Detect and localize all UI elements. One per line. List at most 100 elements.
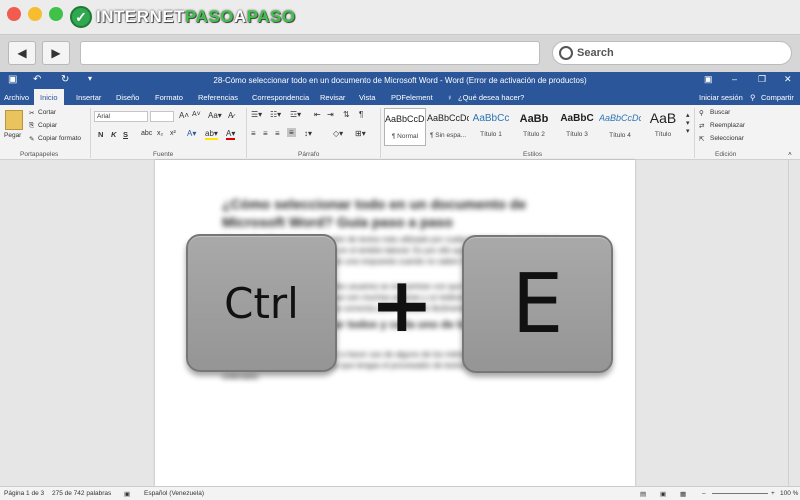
font-size-select[interactable] bbox=[150, 111, 174, 122]
tab-pdfelement[interactable]: PDFelement bbox=[391, 93, 433, 102]
ribbon-display-icon[interactable]: ▣ bbox=[704, 74, 713, 85]
align-right-icon[interactable]: ≡ bbox=[275, 129, 280, 138]
change-case-icon[interactable]: Aa▾ bbox=[208, 111, 222, 120]
paste-icon[interactable] bbox=[5, 110, 23, 130]
numbering-icon[interactable]: ☷▾ bbox=[270, 110, 281, 119]
tell-me-input[interactable]: ¿Qué desea hacer? bbox=[458, 93, 524, 102]
tab-inicio[interactable]: Inicio bbox=[34, 89, 64, 105]
superscript-icon[interactable]: x² bbox=[170, 130, 176, 137]
close-window-button[interactable] bbox=[7, 7, 21, 21]
text-effects-icon[interactable]: A▾ bbox=[187, 129, 196, 138]
decrease-indent-icon[interactable]: ⇤ bbox=[314, 110, 321, 119]
highlight-icon[interactable]: ab▾ bbox=[205, 129, 218, 140]
browser-window: ✓ INTERNETPASOAPASO ◀ ▶ Search bbox=[0, 0, 800, 72]
copy-icon: ⎘ bbox=[29, 122, 35, 129]
copy-button[interactable]: Copiar bbox=[38, 122, 57, 129]
share-icon: ⚲ bbox=[750, 93, 756, 102]
tab-formato[interactable]: Formato bbox=[155, 93, 183, 102]
sort-icon[interactable]: ⇅ bbox=[343, 110, 350, 119]
zoom-slider[interactable] bbox=[712, 493, 768, 494]
language-label[interactable]: Español (Venezuela) bbox=[144, 490, 204, 497]
editing-group-label: Edición bbox=[715, 151, 737, 158]
forward-button[interactable]: ▶ bbox=[42, 41, 70, 65]
search-input[interactable]: Search bbox=[552, 41, 792, 65]
bullets-icon[interactable]: ☰▾ bbox=[251, 110, 262, 119]
zoom-level[interactable]: 100 % bbox=[780, 490, 798, 497]
cut-icon: ✂ bbox=[29, 110, 35, 117]
maximize-window-button[interactable] bbox=[49, 7, 63, 21]
close-icon[interactable]: ✕ bbox=[784, 74, 792, 85]
restore-icon[interactable]: ❐ bbox=[758, 74, 766, 85]
shrink-font-icon[interactable]: A˅ bbox=[192, 111, 201, 118]
font-name-select[interactable]: Arial bbox=[94, 111, 148, 122]
tab-diseno[interactable]: Diseño bbox=[116, 93, 139, 102]
align-left-icon[interactable]: ≡ bbox=[251, 129, 256, 138]
word-count[interactable]: 275 de 742 palabras bbox=[52, 490, 111, 497]
share-button[interactable]: Compartir bbox=[761, 93, 794, 102]
style-heading-3[interactable]: AaBbC Título 3 bbox=[556, 108, 598, 146]
style-normal[interactable]: AaBbCcDc ¶ Normal bbox=[384, 108, 426, 146]
paste-button[interactable]: Pegar bbox=[4, 132, 21, 139]
style-heading-1[interactable]: AaBbCc Título 1 bbox=[470, 108, 512, 146]
style-heading-2[interactable]: AaBb Título 2 bbox=[513, 108, 555, 146]
format-painter-button[interactable]: Copiar formato bbox=[38, 135, 81, 142]
align-center-icon[interactable]: ≡ bbox=[263, 129, 268, 138]
site-logo: ✓ INTERNETPASOAPASO bbox=[70, 5, 296, 29]
italic-button[interactable]: K bbox=[111, 130, 116, 139]
grow-font-icon[interactable]: A˄ bbox=[179, 111, 189, 120]
select-button[interactable]: Seleccionar bbox=[710, 135, 744, 142]
styles-more-icon[interactable]: ▴ ▾ ▾ bbox=[686, 111, 690, 135]
print-layout-icon[interactable]: ▣ bbox=[660, 490, 666, 498]
cut-button[interactable]: Cortar bbox=[38, 109, 56, 116]
back-button[interactable]: ◀ bbox=[8, 41, 36, 65]
find-button[interactable]: Buscar bbox=[710, 109, 730, 116]
tab-correspondencia[interactable]: Correspondencia bbox=[252, 93, 309, 102]
tab-vista[interactable]: Vista bbox=[359, 93, 376, 102]
underline-button[interactable]: S bbox=[123, 130, 128, 139]
style-no-spacing[interactable]: AaBbCcDc ¶ Sin espa... bbox=[427, 108, 469, 146]
justify-icon[interactable]: ≡ bbox=[287, 128, 296, 137]
borders-icon[interactable]: ⊞▾ bbox=[355, 129, 366, 138]
clear-format-icon[interactable]: A̷ bbox=[228, 111, 233, 120]
show-marks-icon[interactable]: ¶ bbox=[359, 110, 363, 119]
line-spacing-icon[interactable]: ↕▾ bbox=[304, 129, 312, 138]
address-bar[interactable] bbox=[80, 41, 540, 65]
minimize-window-button[interactable] bbox=[28, 7, 42, 21]
divider bbox=[246, 108, 247, 158]
lightbulb-icon: ♀ bbox=[447, 93, 453, 102]
tab-archivo[interactable]: Archivo bbox=[4, 93, 29, 102]
format-painter-icon: ✎ bbox=[29, 136, 35, 143]
collapse-ribbon-icon[interactable]: ˄ bbox=[788, 151, 792, 158]
tab-revisar[interactable]: Revisar bbox=[320, 93, 345, 102]
style-title[interactable]: AaB Título bbox=[642, 108, 684, 146]
vertical-scrollbar[interactable] bbox=[788, 160, 800, 486]
subscript-icon[interactable]: x₂ bbox=[157, 130, 163, 137]
tab-insertar[interactable]: Insertar bbox=[76, 93, 101, 102]
style-heading-4[interactable]: AaBbCcDc Título 4 bbox=[599, 108, 641, 146]
replace-icon: ⇄ bbox=[699, 123, 705, 130]
divider bbox=[380, 108, 381, 158]
zoom-out-icon[interactable]: – bbox=[702, 490, 706, 497]
signin-link[interactable]: Iniciar sesión bbox=[699, 93, 743, 102]
web-layout-icon[interactable]: ▦ bbox=[680, 490, 686, 498]
minimize-icon[interactable]: – bbox=[732, 74, 737, 84]
search-placeholder: Search bbox=[577, 47, 614, 59]
plus-sign: + bbox=[370, 260, 434, 349]
font-group-label: Fuente bbox=[153, 151, 174, 158]
ctrl-key-graphic: Ctrl bbox=[186, 234, 337, 372]
multilevel-list-icon[interactable]: ☲▾ bbox=[290, 110, 301, 119]
read-mode-icon[interactable]: ▤ bbox=[640, 490, 646, 498]
shading-icon[interactable]: ◇▾ bbox=[333, 129, 343, 138]
zoom-in-icon[interactable]: + bbox=[771, 490, 775, 497]
replace-button[interactable]: Reemplazar bbox=[710, 122, 745, 129]
search-icon bbox=[559, 46, 573, 60]
divider bbox=[694, 108, 695, 158]
bold-button[interactable]: N bbox=[98, 130, 103, 139]
page-count[interactable]: Página 1 de 3 bbox=[4, 490, 44, 497]
strikethrough-icon[interactable]: abc bbox=[141, 130, 152, 137]
find-icon: ⚲ bbox=[699, 110, 704, 117]
tab-referencias[interactable]: Referencias bbox=[198, 93, 238, 102]
font-color-icon[interactable]: A▾ bbox=[226, 129, 236, 140]
proofing-icon[interactable]: ▣ bbox=[124, 490, 130, 498]
increase-indent-icon[interactable]: ⇥ bbox=[327, 110, 334, 119]
